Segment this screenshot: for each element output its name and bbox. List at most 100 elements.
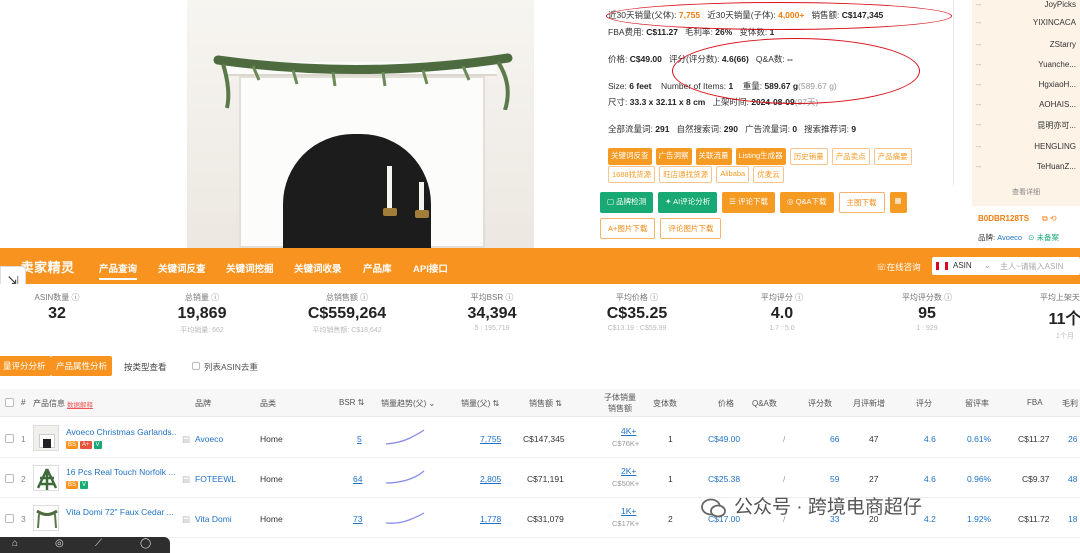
sales-trend-sparkline[interactable] <box>385 508 425 526</box>
registered-status: ⊙ 未备案 <box>1028 233 1060 242</box>
product-thumbnail[interactable] <box>33 505 59 531</box>
stat-total-revenue: 总销售额 ⓘ C$559,264 平均销售额: C$18,642 <box>307 293 387 334</box>
top-nav: 卖家精灵 产品查询 关键词反查 关键词挖掘 关键词收录 产品库 API接口 ☏在… <box>0 248 1080 284</box>
seller-name[interactable]: TeHuanZ... <box>1037 162 1076 171</box>
tool-tags-row2: 1688找货源 旺店通找货源 Alibaba 优麦云 <box>608 166 784 183</box>
sales-link[interactable]: 2,805 <box>480 474 501 484</box>
stat-avg-price: 平均价格 ⓘ C$35.25 C$13.19 : C$59.99 <box>606 293 668 332</box>
seller-name[interactable]: HENGLING <box>1034 142 1076 151</box>
asin-code[interactable]: B0DBR128TS <box>978 214 1029 223</box>
calculator-icon[interactable]: ▦ <box>889 192 907 213</box>
table-header: # 产品信息 数据解释 品牌 品类 BSR ⇅ 销量趋势(父) ⌄ 销量(父) … <box>0 389 1080 417</box>
stat-avg-bsr: 平均BSR ⓘ 34,394 5 : 195,719 <box>467 293 517 332</box>
sales-trend-sparkline[interactable] <box>385 468 425 486</box>
review-download-button[interactable]: ☰ 评论下载 <box>722 192 776 213</box>
rating-analysis-button[interactable]: 量评分分析 <box>0 356 51 376</box>
bsr-link[interactable]: 5 <box>357 434 362 444</box>
chart-icon[interactable]: ⟋ <box>95 538 102 549</box>
product-image <box>187 0 534 248</box>
tag-history-sales[interactable]: 历史销量 <box>789 148 828 165</box>
tool-tags-row1: 关键词反查 广告洞察 关联流量 Listing生成器 历史销量 产品卖点 产品痛… <box>608 148 912 165</box>
tag-youmaiyun[interactable]: 优麦云 <box>753 166 784 183</box>
brand-check-button[interactable]: ▢ 品牌检测 <box>600 192 654 213</box>
tag-keyword-reverse[interactable]: 关键词反查 <box>608 148 652 165</box>
page: 近30天销量(父体): 7,755 近30天销量(子体): 4,000+ 销售额… <box>0 0 1080 553</box>
child-sales-link[interactable]: 1K+ <box>621 506 636 516</box>
nav-api[interactable]: API接口 <box>413 261 448 275</box>
bsr-link[interactable]: 73 <box>353 514 362 524</box>
nav-product-query[interactable]: 产品查询 <box>99 261 138 280</box>
marketplace-select[interactable]: ASIN <box>953 261 972 270</box>
tag-alibaba[interactable]: Alibaba <box>716 166 750 183</box>
seller-name[interactable]: 昆明亦可... <box>1037 120 1076 131</box>
sales-link[interactable]: 1,778 <box>480 514 501 524</box>
product-thumbnail[interactable] <box>33 425 59 451</box>
sort-sales-trend[interactable]: 销量趋势(父) ⌄ <box>381 398 435 409</box>
brand-link[interactable]: FOTEEWL <box>195 474 236 484</box>
child-sales-link[interactable]: 2K+ <box>621 466 636 476</box>
dedupe-checkbox[interactable] <box>192 362 200 370</box>
aplus-image-download-button[interactable]: A+图片下载 <box>600 218 656 239</box>
row-checkbox[interactable] <box>5 474 14 483</box>
asin-search[interactable]: ASIN ⌄ 主人~请输入ASIN <box>932 257 1080 275</box>
child-sales-link[interactable]: 4K+ <box>621 426 636 436</box>
qa-download-button[interactable]: ◎ Q&A下载 <box>780 192 834 213</box>
fingerprint-icon[interactable]: ◎ <box>55 538 64 549</box>
seller-name[interactable]: ZStarry <box>1050 40 1076 49</box>
product-info: 近30天销量(父体): 7,755 近30天销量(子体): 4,000+ 销售额… <box>600 0 954 248</box>
sales-link[interactable]: 7,755 <box>480 434 501 444</box>
seller-name[interactable]: HgxiaoH... <box>1039 80 1076 89</box>
nav-keyword-mining[interactable]: 关键词挖掘 <box>226 261 274 275</box>
nav-product-library[interactable]: 产品库 <box>363 261 392 275</box>
table-row[interactable]: 1 Avoeco Christmas Garlands... BS A+ V ▤ A… <box>0 418 1080 458</box>
tag-selling-points[interactable]: 产品卖点 <box>831 148 870 165</box>
online-consult-button[interactable]: ☏在线咨询 <box>876 261 921 273</box>
seller-list: -- JoyPicks -- YIXINCACA -- ZStarry -- Yuanc… <box>972 0 1080 206</box>
select-all-checkbox[interactable] <box>5 398 14 407</box>
tag-pain-points[interactable]: 产品痛要 <box>873 148 912 165</box>
nav-keyword-index[interactable]: 关键词收录 <box>294 261 342 275</box>
tag-1688[interactable]: 1688找货源 <box>608 166 656 183</box>
tag-ad-insight[interactable]: 广告洞察 <box>655 148 692 165</box>
seller-name[interactable]: AOHAIS... <box>1039 100 1076 109</box>
brand-link[interactable]: Vita Domi <box>195 514 232 524</box>
wechat-icon <box>701 498 726 518</box>
bsr-link[interactable]: 64 <box>353 474 362 484</box>
search-input[interactable]: 主人~请输入ASIN <box>1000 261 1063 272</box>
tag-wangdiantong[interactable]: 旺店通找货源 <box>659 166 713 183</box>
brand-link[interactable]: Avoeco <box>997 233 1022 242</box>
nav-keyword-reverse[interactable]: 关键词反查 <box>158 261 206 275</box>
tag-listing-generator[interactable]: Listing生成器 <box>735 148 786 165</box>
sort-revenue[interactable]: 销售额 ⇅ <box>529 398 562 409</box>
stat-avg-listing-days: 平均上架天 ⓘ11个1个月 <box>1039 293 1080 340</box>
product-thumbnail[interactable] <box>33 465 59 491</box>
chevron-down-icon[interactable]: ⌄ <box>984 261 991 270</box>
row-checkbox[interactable] <box>5 434 14 443</box>
seller-name[interactable]: JoyPicks <box>1044 0 1076 9</box>
watermark: 公众号 · 跨境电商超仔 <box>700 492 1060 528</box>
main-image-download-button[interactable]: 主图下载 <box>838 192 885 213</box>
view-more-link[interactable]: 查看详细 <box>972 187 1080 197</box>
review-image-download-button[interactable]: 评论图片下载 <box>660 218 722 239</box>
seller-name[interactable]: YIXINCACA <box>1033 18 1076 27</box>
child-sales-header: 子体销量 销售额 <box>604 393 636 413</box>
product-title-link[interactable]: Avoeco Christmas Garlands... <box>66 427 176 437</box>
chat-icon[interactable]: ◯ <box>140 538 151 549</box>
ai-review-button[interactable]: ✦ AI评论分析 <box>658 192 718 213</box>
copy-icon[interactable]: ⧉ ⟲ <box>1042 214 1057 224</box>
seller-name[interactable]: Yuanche... <box>1038 60 1076 69</box>
attribute-analysis-button[interactable]: 产品属性分析 <box>51 356 113 376</box>
action-buttons-row2: A+图片下载 评论图片下载 <box>600 218 722 239</box>
row-checkbox[interactable] <box>5 514 14 523</box>
data-explain-link[interactable]: 数据解释 <box>67 399 93 409</box>
product-title-link[interactable]: Vita Domi 72" Faux Cedar ... <box>66 507 176 517</box>
sales-trend-sparkline[interactable] <box>385 428 425 446</box>
sort-sales[interactable]: 销量(父) ⇅ <box>461 398 499 409</box>
tag-related-traffic[interactable]: 关联流量 <box>695 148 732 165</box>
stat-avg-rating: 平均评分 ⓘ 4.0 1.7 : 5.0 <box>760 293 804 332</box>
sort-bsr[interactable]: BSR ⇅ <box>339 398 364 407</box>
view-by-type-link[interactable]: 按类型查看 <box>124 361 167 373</box>
brand-link[interactable]: Avoeco <box>195 434 223 444</box>
home-icon[interactable]: ⌂ <box>12 538 18 549</box>
product-title-link[interactable]: 16 Pcs Real Touch Norfolk ... <box>66 467 176 477</box>
